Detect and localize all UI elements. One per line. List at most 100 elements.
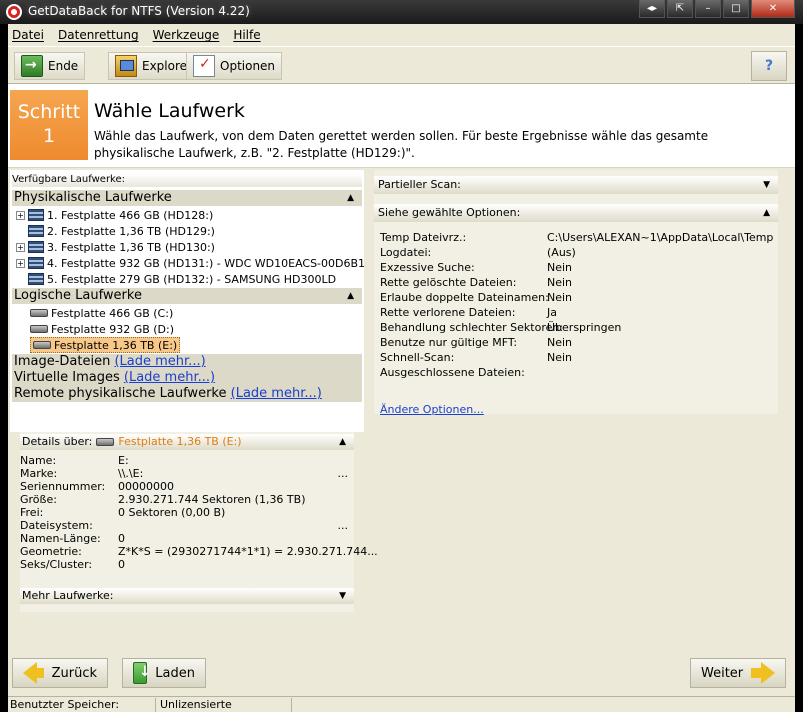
step-badge-number: 1 <box>42 125 56 147</box>
remote-drives-label: Remote physikalische Laufwerke <box>14 386 227 401</box>
detail-row: Frei: 0 Sektoren (0,00 B) <box>20 506 226 519</box>
menu-werkzeuge[interactable]: Werkzeuge <box>153 28 220 42</box>
drive-label: 1. Festplatte 466 GB (HD128:) <box>47 208 214 222</box>
partial-scan-label: Partieller Scan: <box>378 178 461 191</box>
detail-row: Marke: \\.\E: <box>20 467 144 480</box>
details-prefix: Details über: <box>22 435 93 448</box>
expand-icon[interactable]: + <box>16 210 25 220</box>
next-label: Weiter <box>701 665 744 681</box>
option-row: Erlaube doppelte Dateinamen:Nein <box>380 291 573 304</box>
logical-drive-item-selected[interactable]: Festplatte 1,36 TB (E:) <box>30 337 181 353</box>
back-label: Zurück <box>51 665 97 681</box>
physical-drives-group[interactable]: Physikalische Laufwerke ▲ <box>12 190 362 206</box>
physical-disk-icon <box>28 225 44 237</box>
load-more-link[interactable]: (Lade mehr...) <box>124 370 215 385</box>
option-row: Schnell-Scan: Nein <box>380 351 573 364</box>
option-row: Rette gelöschte Dateien: Nein <box>380 276 573 289</box>
detail-row: Dateisystem: <box>20 519 93 532</box>
physical-drive-item[interactable]: + 1. Festplatte 466 GB (HD128:) <box>16 207 213 223</box>
detail-row: Geometrie: Z*K*S = (2930271744*1*1) = 2.9… <box>20 545 378 558</box>
collapse-icon[interactable]: ▲ <box>347 288 354 304</box>
detail-row: Name: E: <box>20 454 129 467</box>
logical-disk-icon <box>30 309 48 317</box>
virtual-images-label: Virtuelle Images <box>14 370 120 385</box>
drive-list-panel: Verfügbare Laufwerke: Physikalische Lauf… <box>10 170 365 432</box>
help-button[interactable]: ? <box>751 51 787 81</box>
arrow-left-icon <box>23 662 37 684</box>
logical-drives-group[interactable]: Logische Laufwerke ▲ <box>12 288 362 304</box>
step-header: Schritt 1 Wähle Laufwerk Wähle das Laufw… <box>8 84 795 168</box>
window-titlebar: GetDataBack for NTFS (Version 4.22) ◂▸ ⇱… <box>0 0 803 24</box>
maximize-button[interactable]: □ <box>723 0 749 18</box>
physical-drive-item[interactable]: + 4. Festplatte 932 GB (HD131:) - WDC WD… <box>16 255 365 271</box>
collapse-icon[interactable]: ▲ <box>339 434 346 450</box>
exit-button[interactable]: Ende <box>14 52 86 80</box>
menubar: Datei Datenrettung Werkzeuge Hilfe <box>8 24 795 46</box>
options-button[interactable]: Optionen <box>186 52 283 80</box>
detail-row: Seks/Cluster: 0 <box>20 558 125 571</box>
physical-disk-icon <box>28 273 44 285</box>
physical-disk-icon <box>28 241 44 253</box>
load-label: Laden <box>155 665 195 681</box>
physical-disk-icon <box>28 257 44 269</box>
explorer-icon <box>115 55 137 77</box>
expand-icon[interactable]: + <box>16 258 25 268</box>
expand-icon[interactable]: ◂▸ <box>639 0 665 18</box>
load-more-link[interactable]: (Lade mehr...) <box>114 354 205 369</box>
expand-icon[interactable]: + <box>16 242 25 252</box>
drive-label: 4. Festplatte 932 GB (HD131:) - WDC WD10… <box>47 256 366 270</box>
more-drives-header[interactable]: Mehr Laufwerke: ▼ <box>20 588 354 604</box>
detail-row: Seriennummer: 00000000 <box>20 480 174 493</box>
menu-hilfe[interactable]: Hilfe <box>233 28 260 42</box>
option-row: Ausgeschlossene Dateien: <box>380 366 525 379</box>
partial-scan-header[interactable]: Partieller Scan: ▼ <box>374 176 778 194</box>
available-drives-label: Verfügbare Laufwerke: <box>12 174 362 187</box>
more-ellipsis-button[interactable]: ... <box>338 467 349 480</box>
next-button[interactable]: Weiter <box>690 658 786 688</box>
menu-datenrettung[interactable]: Datenrettung <box>58 28 139 42</box>
selected-options-label: Siehe gewählte Optionen: <box>378 206 521 219</box>
window-title: GetDataBack for NTFS (Version 4.22) <box>28 4 250 18</box>
drive-label: Festplatte 1,36 TB (E:) <box>54 338 178 352</box>
step-title: Wähle Laufwerk <box>94 100 245 122</box>
detail-row: Größe: 2.930.271.744 Sektoren (1,36 TB) <box>20 493 306 506</box>
minimize-button[interactable]: – <box>695 0 721 18</box>
more-ellipsis-button[interactable]: ... <box>338 519 349 532</box>
option-row: Exzessive Suche: Nein <box>380 261 573 274</box>
image-files-label: Image-Dateien <box>14 354 111 369</box>
image-files-row: Image-Dateien (Lade mehr...) <box>12 354 362 370</box>
physical-drive-item[interactable]: 2. Festplatte 1,36 TB (HD129:) <box>16 223 215 239</box>
physical-disk-icon <box>28 209 44 221</box>
chevron-down-icon[interactable]: ▼ <box>339 588 346 604</box>
back-button[interactable]: Zurück <box>12 658 108 688</box>
physical-drive-item[interactable]: 5. Festplatte 279 GB (HD132:) - SAMSUNG … <box>16 271 336 287</box>
logical-drive-item[interactable]: Festplatte 466 GB (C:) <box>30 305 173 321</box>
explorer-label: Explorer <box>142 59 192 73</box>
collapse-icon[interactable]: ▲ <box>763 204 770 222</box>
load-more-link[interactable]: (Lade mehr...) <box>231 386 322 401</box>
window-client: Datei Datenrettung Werkzeuge Hilfe Ende … <box>8 24 795 712</box>
load-button[interactable]: Laden <box>122 658 206 688</box>
options-icon <box>193 55 215 77</box>
collapse-icon[interactable]: ▲ <box>347 190 354 206</box>
more-drives-label: Mehr Laufwerke: <box>22 589 114 602</box>
physical-drives-label: Physikalische Laufwerke <box>14 190 172 205</box>
option-row: Temp Dateivrz.: C:\Users\ALEXAN~1\AppData… <box>380 231 774 244</box>
restore-icon[interactable]: ⇱ <box>667 0 693 18</box>
logical-drive-item[interactable]: Festplatte 932 GB (D:) <box>30 321 174 337</box>
physical-drive-item[interactable]: + 3. Festplatte 1,36 TB (HD130:) <box>16 239 215 255</box>
help-icon: ? <box>764 58 774 74</box>
change-options-link[interactable]: Ändere Optionen... <box>380 403 484 416</box>
options-label: Optionen <box>220 59 276 73</box>
step-badge: Schritt 1 <box>10 90 88 160</box>
close-button[interactable]: ✕ <box>751 0 795 18</box>
remote-drives-row: Remote physikalische Laufwerke (Lade meh… <box>12 386 362 402</box>
option-row: Rette verlorene Dateien: Ja <box>380 306 557 319</box>
logical-disk-icon <box>96 438 115 446</box>
menu-datei[interactable]: Datei <box>12 28 44 42</box>
selected-options-header[interactable]: Siehe gewählte Optionen: ▲ <box>374 204 778 222</box>
drive-label: Festplatte 466 GB (C:) <box>51 306 174 320</box>
details-header[interactable]: Details über: Festplatte 1,36 TB (E:) ▲ <box>20 434 354 450</box>
chevron-down-icon[interactable]: ▼ <box>763 176 770 194</box>
app-icon <box>6 4 22 20</box>
